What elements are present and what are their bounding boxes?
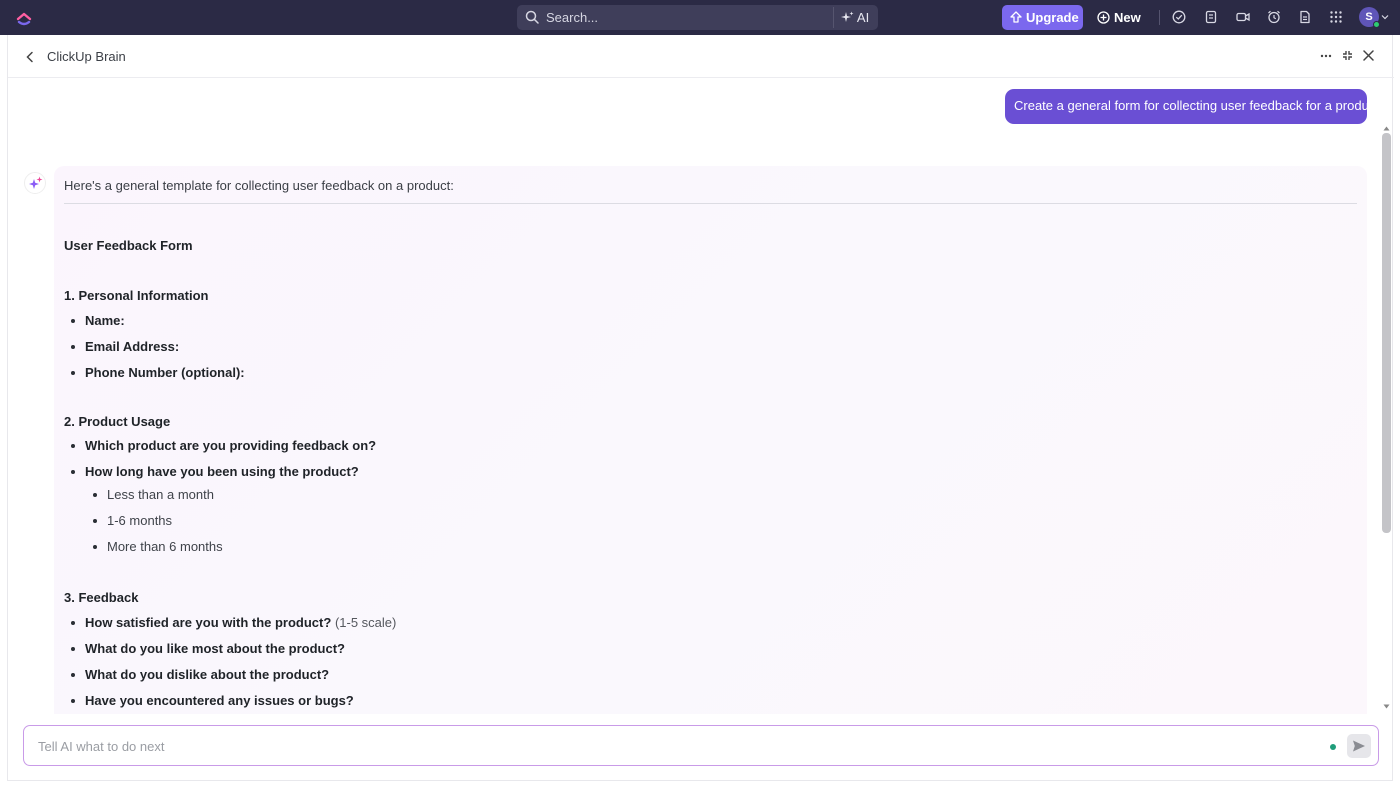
sparkle-icon [841,11,854,22]
bullet [71,621,75,625]
list-item: How satisfied are you with the product? … [85,615,396,630]
divider [64,203,1357,204]
page-title: ClickUp Brain [47,49,126,64]
ai-label: AI [856,10,870,25]
close-icon[interactable] [1363,50,1374,61]
bullet [71,371,75,375]
upgrade-icon [1010,11,1022,23]
user-avatar[interactable]: S [1359,7,1380,28]
list-subitem: More than 6 months [107,539,223,554]
upgrade-button[interactable]: Upgrade [1002,5,1083,30]
list-item: Phone Number (optional): [85,365,245,380]
upgrade-label: Upgrade [1026,10,1079,25]
search-icon [525,10,539,24]
ai-prompt-box[interactable] [23,725,1379,766]
list-item: What do you like most about the product? [85,641,345,656]
ai-prompt-input[interactable] [38,736,1318,756]
avatar-initial: S [1365,11,1373,23]
scroll-up-arrow-icon[interactable] [1383,126,1390,131]
bullet [71,647,75,651]
response-intro: Here's a general template for collecting… [64,178,454,193]
section-heading: 3. Feedback [64,590,139,605]
check-circle-icon[interactable] [1172,10,1186,24]
chat-thread[interactable]: Create a general form for collecting use… [8,78,1394,714]
bullet [71,345,75,349]
plus-circle-icon [1097,11,1110,24]
list-subitem: 1-6 months [107,513,173,528]
search-placeholder: Search... [546,10,599,25]
notepad-icon[interactable] [1204,10,1218,24]
search-divider [833,7,834,28]
user-message-bubble: Create a general form for collecting use… [1005,89,1379,124]
chevron-left-icon[interactable] [25,51,35,63]
section-heading: 2. Product Usage [64,414,171,429]
section-heading: 1. Personal Information [64,288,209,303]
bullet [71,444,75,448]
bullet [93,545,97,549]
panel-header: ClickUp Brain [8,35,1394,78]
video-camera-icon[interactable] [1236,10,1250,24]
sparkle-icon [29,176,43,189]
bullet [71,319,75,323]
top-bar: Search... AI Upgrade New S [0,0,1400,35]
clickup-logo-icon[interactable] [15,8,33,26]
status-dot [1330,744,1336,750]
ai-response-card: Here's a general template for collecting… [54,166,1367,714]
send-button[interactable] [1347,734,1371,758]
list-item: Have you encountered any issues or bugs? [85,693,354,708]
brain-panel: ClickUp Brain Create a general form for … [7,35,1394,781]
online-status-dot [1373,21,1380,28]
list-subitem: Less than a month [107,487,214,502]
form-title: User Feedback Form [64,238,193,253]
list-item: Email Address: [85,339,180,354]
list-item: What do you dislike about the product? [85,667,330,682]
chevron-down-icon[interactable] [1381,13,1389,21]
alarm-clock-icon[interactable] [1267,10,1281,24]
document-icon[interactable] [1298,10,1312,24]
list-item: Name: [85,313,125,328]
ai-search-button[interactable]: AI [841,10,869,25]
search-bar[interactable]: Search... AI [517,5,878,30]
apps-grid-icon[interactable] [1329,10,1343,24]
collapse-icon[interactable] [1342,50,1353,61]
list-item-text: How satisfied are you with the product? [85,615,332,630]
new-label: New [1114,10,1141,25]
scroll-down-arrow-icon[interactable] [1383,704,1390,709]
ai-avatar [24,172,46,194]
list-item: How long have you been using the product… [85,464,359,479]
list-item: Which product are you providing feedback… [85,438,377,453]
list-item-suffix: (1-5 scale) [334,615,397,630]
toolbar-divider [1159,10,1160,25]
bullet [93,493,97,497]
more-options-icon[interactable] [1320,54,1332,58]
bullet [71,673,75,677]
bullet [71,470,75,474]
bullet [93,519,97,523]
bullet [71,699,75,703]
scrollbar-thumb[interactable] [1382,133,1391,533]
send-icon [1353,740,1365,752]
